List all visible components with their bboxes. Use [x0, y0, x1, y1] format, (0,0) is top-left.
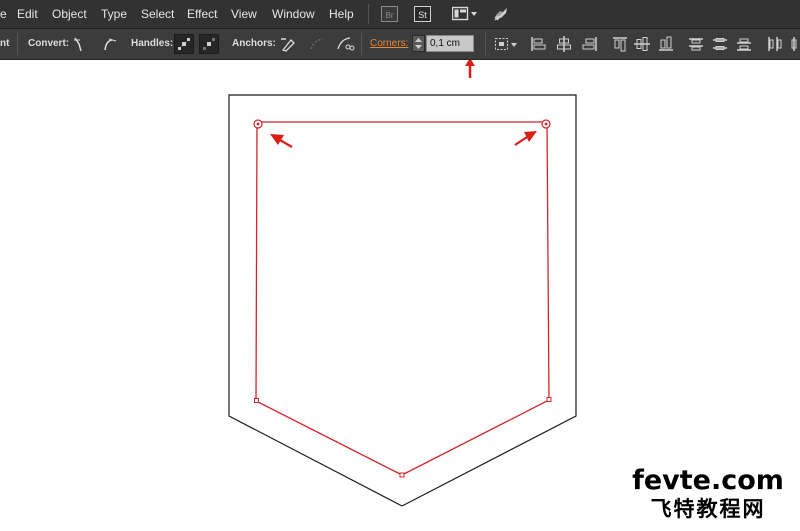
distribute-vertical-center-button[interactable] — [710, 34, 730, 54]
menu-edit[interactable]: Edit — [17, 7, 38, 21]
bridge-button[interactable]: Br — [381, 5, 398, 23]
workspace-switcher-icon — [451, 6, 477, 21]
corners-label[interactable]: Corners: — [370, 38, 408, 49]
stock-icon: St — [414, 6, 431, 22]
bridge-icon-text: Br — [386, 11, 394, 20]
align-bottom-button[interactable] — [656, 34, 676, 54]
convert-smooth-icon — [104, 38, 117, 51]
corners-input[interactable]: 0,1 cm — [426, 35, 474, 52]
bridge-icon: Br — [381, 6, 398, 22]
distribute-left-icon — [768, 37, 782, 51]
align-left-icon — [531, 37, 546, 51]
menu-select[interactable]: Select — [141, 7, 174, 21]
distribute-left-button[interactable] — [764, 34, 784, 54]
cut-path-icon — [337, 37, 355, 51]
distribute-vcenter-icon — [713, 38, 727, 50]
handles-label: Handles: — [131, 38, 174, 49]
live-corner-widget-left[interactable] — [253, 119, 263, 129]
align-hcenter-icon — [557, 36, 571, 52]
show-handles-icon — [178, 38, 190, 50]
align-bottom-icon — [659, 36, 673, 51]
distribute-bottom-button[interactable] — [734, 34, 754, 54]
pocket-outer-path[interactable] — [228, 94, 577, 507]
convert-corner-icon — [74, 37, 82, 52]
align-horizontal-center-button[interactable] — [554, 34, 574, 54]
cut-path-button[interactable] — [335, 34, 355, 54]
stock-icon-text: St — [418, 10, 427, 20]
anchor-point[interactable] — [399, 472, 405, 478]
distribute-bottom-icon — [737, 38, 751, 51]
control-separator — [485, 33, 486, 55]
control-bar: nt Convert: Handles: Anchors: Corners: 0… — [0, 29, 800, 60]
anchor-point[interactable] — [254, 398, 259, 403]
distribute-top-icon — [689, 38, 703, 51]
live-corner-widget-right[interactable] — [541, 119, 551, 129]
align-to-selection-button[interactable] — [493, 34, 519, 54]
remove-anchor-button[interactable] — [277, 34, 297, 54]
convert-to-corner-button[interactable] — [70, 34, 90, 54]
gpu-performance-button[interactable] — [492, 5, 510, 23]
watermark-site-name: 飞特教程网 — [650, 497, 766, 521]
align-left-button[interactable] — [528, 34, 548, 54]
control-separator — [361, 33, 362, 55]
show-handles-button[interactable] — [174, 34, 194, 54]
distribute-hcenter-icon — [791, 37, 797, 51]
watermark: fevte.com 飞特教程网 — [622, 466, 794, 522]
workspace-switcher-button[interactable] — [451, 5, 478, 23]
align-vcenter-icon — [634, 37, 650, 51]
menu-help[interactable]: Help — [329, 7, 354, 21]
menu-type[interactable]: Type — [101, 7, 127, 21]
anchors-label: Anchors: — [232, 38, 276, 49]
align-top-button[interactable] — [610, 34, 630, 54]
align-right-button[interactable] — [580, 34, 600, 54]
align-right-icon — [582, 37, 597, 51]
connect-anchors-icon — [310, 38, 324, 50]
distribute-top-button[interactable] — [686, 34, 706, 54]
distribute-hcenter-button[interactable] — [788, 34, 800, 54]
connect-anchors-button[interactable] — [307, 34, 327, 54]
anchor-point[interactable] — [546, 397, 552, 402]
stepper-arrows-icon — [415, 38, 422, 49]
artboard-canvas[interactable] — [0, 60, 800, 531]
corner-field-arrow — [465, 60, 475, 78]
annotation-arrow-left — [270, 134, 293, 148]
convert-label: Convert: — [28, 38, 70, 49]
control-separator — [17, 33, 18, 55]
menu-object[interactable]: Object — [52, 7, 87, 21]
rocket-icon — [494, 8, 507, 21]
cut-off-label: nt — [0, 38, 10, 49]
menu-file-partial[interactable]: e — [0, 7, 7, 21]
stock-button[interactable]: St — [414, 5, 431, 23]
pocket-inner-selected-path[interactable] — [255, 121, 550, 476]
watermark-domain: fevte.com — [632, 465, 784, 496]
annotation-arrow-right — [514, 131, 537, 146]
align-to-selection-icon — [495, 38, 517, 50]
align-top-icon — [613, 37, 627, 52]
anchor-points — [254, 397, 552, 478]
pen-remove-anchor-icon — [281, 38, 295, 52]
align-vertical-center-button[interactable] — [632, 34, 652, 54]
convert-to-smooth-button[interactable] — [100, 34, 120, 54]
hide-handles-icon — [203, 38, 215, 50]
menu-bar: e Edit Object Type Select Effect View Wi… — [0, 0, 800, 29]
corners-stepper[interactable] — [412, 35, 425, 52]
menu-effect[interactable]: Effect — [187, 7, 217, 21]
hide-handles-button[interactable] — [199, 34, 219, 54]
menu-separator — [368, 4, 369, 24]
menu-window[interactable]: Window — [272, 7, 315, 21]
menu-view[interactable]: View — [231, 7, 257, 21]
